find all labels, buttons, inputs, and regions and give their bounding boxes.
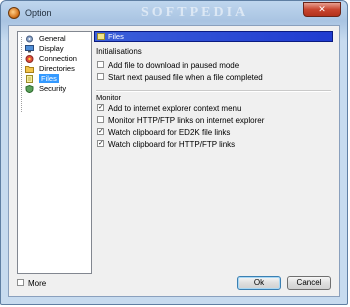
- option-label: Add to internet explorer context menu: [108, 104, 242, 113]
- option-watch-ed2k[interactable]: ✓ Watch clipboard for ED2K file links: [97, 127, 230, 138]
- checkbox[interactable]: [97, 116, 104, 124]
- option-label: Watch clipboard for HTTP/FTP links: [108, 140, 236, 149]
- more-toggle[interactable]: More: [17, 279, 46, 289]
- option-label: Monitor HTTP/FTP links on internet explo…: [108, 116, 265, 125]
- settings-tree: General Display Connection Directories F…: [17, 31, 92, 274]
- option-label: Start next paused file when a file compl…: [108, 73, 263, 82]
- option-label: Add file to download in paused mode: [108, 61, 240, 70]
- checkbox[interactable]: [97, 61, 104, 69]
- tree-item-label: Connection: [39, 54, 77, 63]
- checkbox[interactable]: [97, 73, 104, 81]
- option-ie-context-menu[interactable]: ✓ Add to internet explorer context menu: [97, 103, 241, 114]
- tree-item-label: Security: [39, 84, 67, 93]
- option-watch-http-ftp[interactable]: ✓ Watch clipboard for HTTP/FTP links: [97, 139, 235, 150]
- section-title-initialisations: Initialisations: [96, 47, 142, 56]
- ok-button[interactable]: Ok: [237, 276, 281, 290]
- panel-header: Files: [94, 31, 333, 42]
- option-start-next-paused[interactable]: Start next paused file when a file compl…: [97, 72, 263, 83]
- monitor-icon: [25, 45, 34, 53]
- tree-item-connection[interactable]: Connection: [18, 54, 91, 64]
- separator: [96, 90, 331, 92]
- tree-item-general[interactable]: General: [18, 34, 91, 44]
- close-button[interactable]: ✕: [303, 2, 341, 17]
- option-label: Watch clipboard for ED2K file links: [108, 128, 231, 137]
- cancel-button[interactable]: Cancel: [287, 276, 331, 290]
- watermark: SOFTPEDIA: [141, 5, 249, 20]
- option-dialog: Option SOFTPEDIA ✕ General Display Conne…: [0, 0, 348, 305]
- checkbox-checked[interactable]: ✓: [97, 128, 104, 136]
- files-settings-panel: Files Initialisations Add file to downlo…: [94, 31, 333, 274]
- window-title: Option: [25, 8, 52, 18]
- tree-item-label: Files: [39, 74, 59, 83]
- gear-icon: [25, 35, 34, 43]
- dialog-client-area: General Display Connection Directories F…: [8, 25, 340, 297]
- app-icon: [8, 7, 20, 19]
- tree-item-files[interactable]: Files: [18, 74, 91, 84]
- option-add-paused[interactable]: Add file to download in paused mode: [97, 60, 239, 71]
- title-bar[interactable]: Option SOFTPEDIA ✕: [1, 1, 347, 25]
- section-title-monitor: Monitor: [96, 93, 122, 102]
- tree-item-directories[interactable]: Directories: [18, 64, 91, 74]
- panel-header-label: Files: [108, 32, 124, 41]
- files-icon: [25, 75, 34, 83]
- checkbox-checked[interactable]: ✓: [97, 104, 104, 112]
- close-icon: ✕: [318, 4, 326, 14]
- shield-icon: [25, 84, 34, 94]
- tree-item-security[interactable]: Security: [18, 84, 91, 94]
- more-label: More: [28, 279, 47, 288]
- network-icon: [25, 55, 34, 63]
- checkbox-checked[interactable]: ✓: [97, 140, 104, 148]
- checkbox[interactable]: [17, 279, 24, 287]
- option-monitor-http-ftp[interactable]: Monitor HTTP/FTP links on internet explo…: [97, 115, 264, 126]
- tree-item-label: Directories: [39, 64, 75, 73]
- files-icon: [97, 33, 105, 40]
- tree-item-label: General: [39, 34, 66, 43]
- tree-item-display[interactable]: Display: [18, 44, 91, 54]
- tree-item-label: Display: [39, 44, 64, 53]
- folder-icon: [25, 65, 34, 73]
